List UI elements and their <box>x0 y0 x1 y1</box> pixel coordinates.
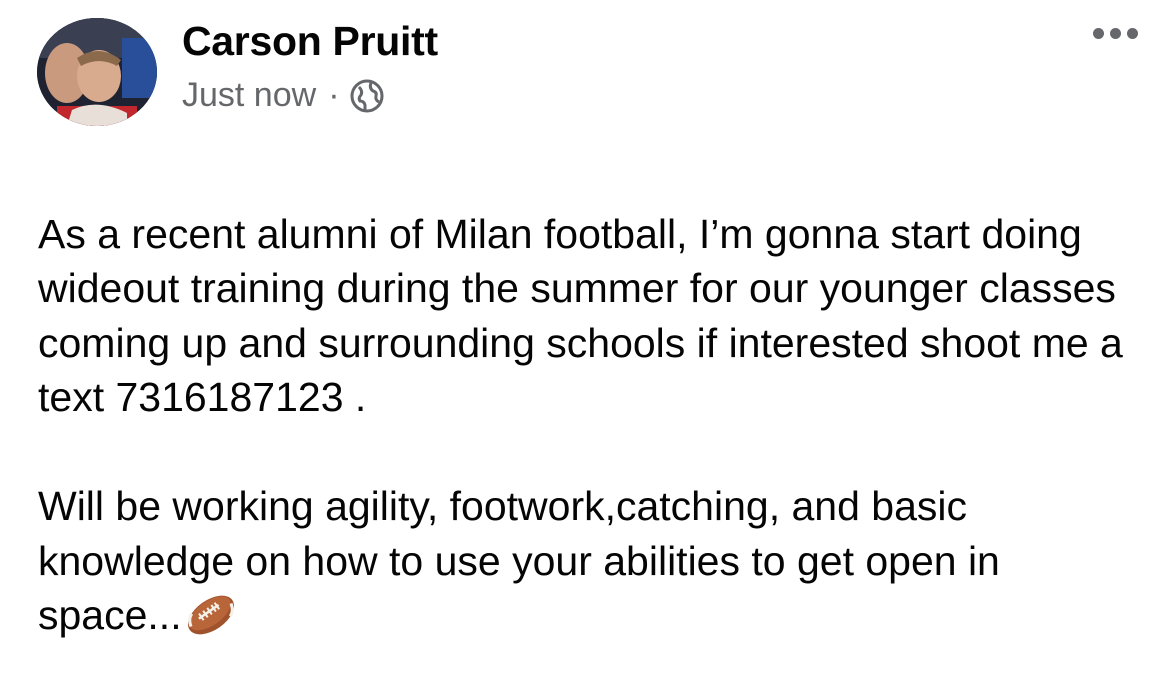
post-body: As a recent alumni of Milan football, I’… <box>38 152 1148 697</box>
more-dot <box>1093 28 1104 39</box>
profile-avatar[interactable] <box>37 18 157 126</box>
globe-icon[interactable] <box>350 79 384 113</box>
post-paragraph-2: Will be working agility, footwork,catchi… <box>38 479 1148 643</box>
post-paragraph-1: As a recent alumni of Milan football, I’… <box>38 210 1123 421</box>
more-dot <box>1127 28 1138 39</box>
more-dot <box>1110 28 1121 39</box>
post-paragraph-2-text: Will be working agility, footwork,catchi… <box>38 483 1000 638</box>
more-options-button[interactable] <box>1093 28 1138 39</box>
author-name[interactable]: Carson Pruitt <box>182 18 438 65</box>
post-timestamp[interactable]: Just now <box>182 76 316 115</box>
post-meta: Just now · <box>182 76 384 115</box>
meta-separator: · <box>328 76 340 114</box>
american-football-emoji <box>187 595 234 635</box>
